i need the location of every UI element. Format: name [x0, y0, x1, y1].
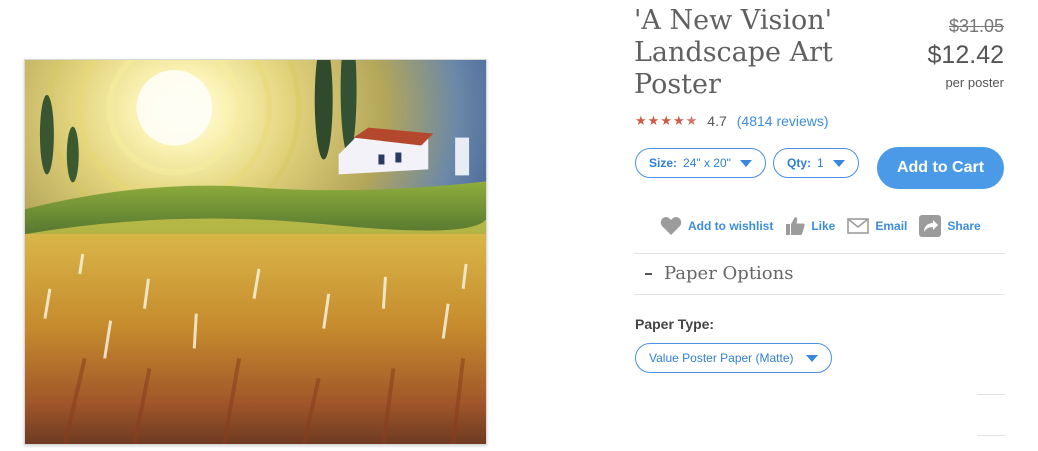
size-label: Size: — [649, 156, 678, 170]
social-actions: Add to wishlist Like Email Share — [660, 215, 993, 237]
product-image[interactable] — [24, 59, 487, 445]
envelope-icon — [847, 218, 870, 234]
chevron-down-icon — [740, 159, 752, 167]
divider — [634, 294, 1005, 295]
size-value: 24" x 20" — [683, 156, 731, 170]
rating: ★ ★ ★ ★ ★ 4.7 (4814 reviews) — [635, 113, 829, 129]
paper-options-title: Paper Options — [664, 263, 794, 284]
quantity-value: 1 — [817, 156, 824, 170]
share-button[interactable]: Share — [919, 215, 981, 237]
quantity-select[interactable]: Qty: 1 — [773, 148, 859, 178]
star-icon: ★ — [685, 113, 698, 128]
divider — [977, 394, 1005, 395]
product-title: 'A New Vision' Landscape Art Poster — [634, 5, 833, 100]
paper-options-toggle[interactable]: Paper Options — [645, 263, 793, 284]
size-select[interactable]: Size: 24" x 20" — [635, 148, 766, 178]
divider — [977, 435, 1005, 436]
divider — [634, 253, 1005, 254]
price-unit: per poster — [945, 75, 1004, 90]
collapse-icon — [645, 272, 652, 275]
reviews-link[interactable]: (4814 reviews) — [737, 113, 829, 129]
like-button[interactable]: Like — [785, 216, 835, 236]
paper-type-select[interactable]: Value Poster Paper (Matte) — [635, 343, 832, 373]
original-price: $31.05 — [948, 16, 1004, 36]
price-block: $31.05 $12.42 per poster — [928, 15, 1004, 92]
add-to-cart-button[interactable]: Add to Cart — [877, 147, 1004, 189]
chevron-down-icon — [806, 354, 818, 362]
star-icon: ★ — [660, 113, 672, 128]
quantity-label: Qty: — [787, 156, 811, 170]
email-button[interactable]: Email — [847, 218, 907, 234]
chevron-down-icon — [833, 159, 845, 167]
thumbs-up-icon — [786, 217, 806, 235]
rating-value: 4.7 — [707, 113, 727, 129]
paper-type-value: Value Poster Paper (Matte) — [649, 351, 794, 365]
heart-icon — [660, 217, 682, 235]
like-label: Like — [811, 219, 836, 233]
add-to-wishlist-button[interactable]: Add to wishlist — [660, 216, 773, 236]
share-label: Share — [947, 219, 981, 233]
rating-stars: ★ ★ ★ ★ ★ — [635, 114, 697, 128]
star-icon: ★ — [647, 113, 660, 128]
star-icon: ★ — [672, 113, 685, 128]
sale-price: $12.42 — [927, 41, 1004, 69]
share-icon — [919, 215, 942, 237]
star-icon: ★ — [635, 113, 647, 128]
paper-type-label: Paper Type: — [635, 316, 715, 332]
painting-image — [25, 60, 486, 444]
email-label: Email — [875, 219, 908, 233]
wishlist-label: Add to wishlist — [688, 219, 774, 233]
